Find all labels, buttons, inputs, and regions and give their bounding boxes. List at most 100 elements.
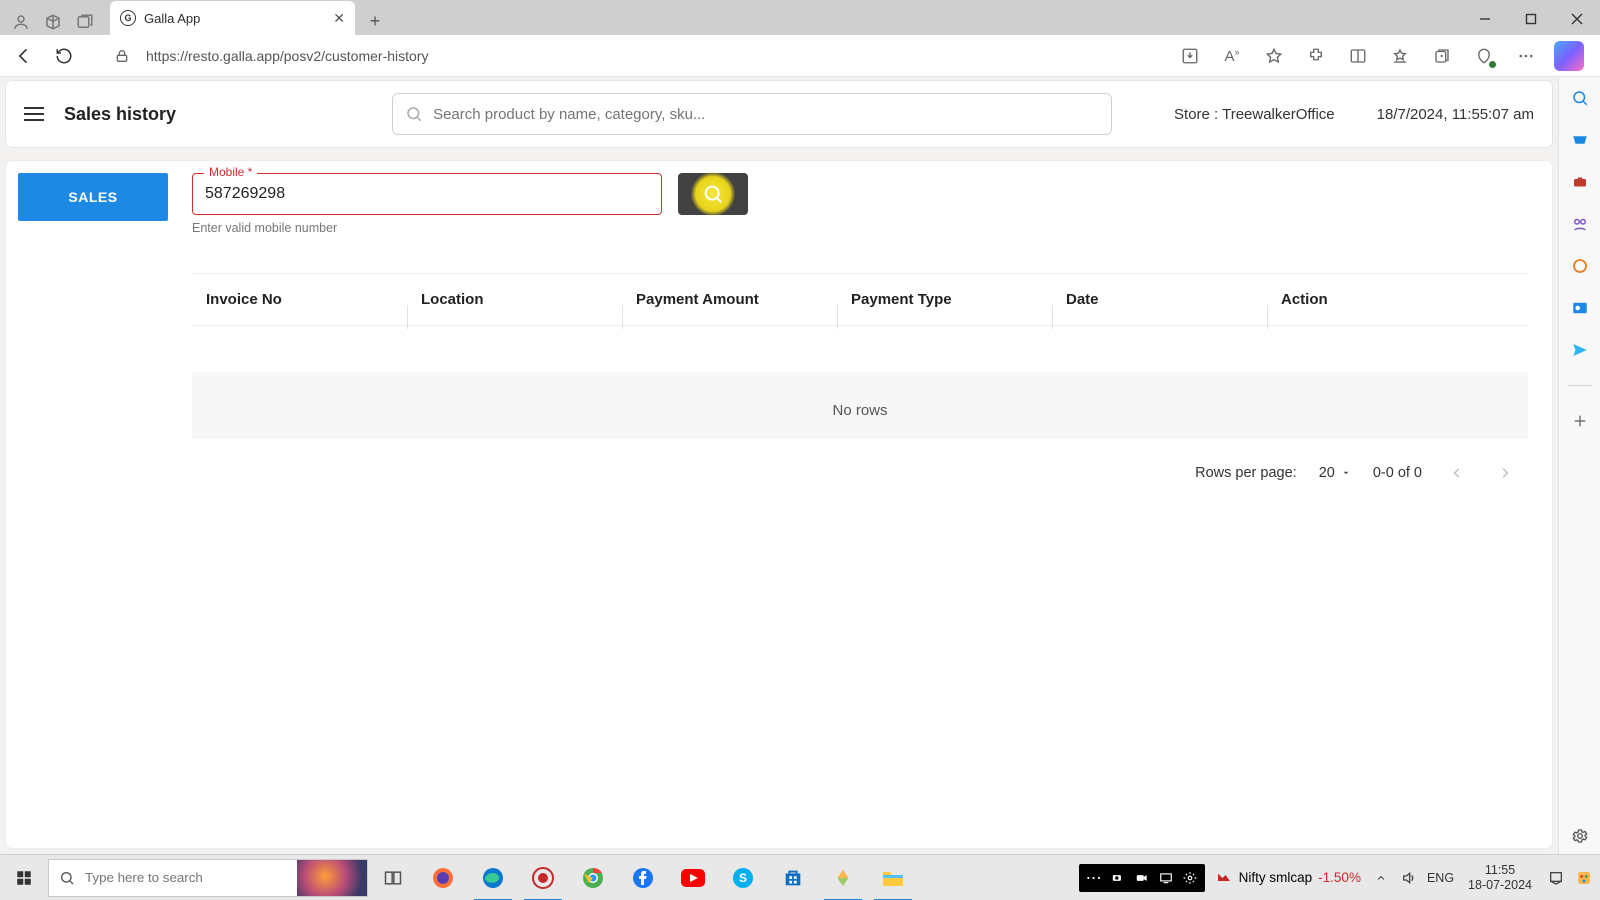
col-invoice-no[interactable]: Invoice No [192, 291, 407, 308]
sidebar-m365-icon[interactable] [1569, 255, 1591, 277]
back-button[interactable] [10, 42, 38, 70]
task-view-icon[interactable] [368, 855, 418, 900]
stock-change: -1.50% [1318, 870, 1361, 885]
ms-store-icon[interactable] [768, 855, 818, 900]
app-generic-icon[interactable] [818, 855, 868, 900]
search-highlight-icon [297, 860, 367, 896]
sidebar-games-icon[interactable] [1569, 213, 1591, 235]
tray-app-icon[interactable] [1574, 868, 1594, 888]
datetime-label: 18/7/2024, 11:55:07 am [1377, 106, 1534, 123]
youtube-icon[interactable] [668, 855, 718, 900]
window-close-button[interactable] [1554, 3, 1600, 35]
tab-sales[interactable]: SALES [18, 173, 168, 221]
sidebar-search-icon[interactable] [1569, 87, 1591, 109]
search-icon [59, 870, 75, 886]
extensions-icon[interactable] [1302, 42, 1330, 70]
chrome-icon[interactable] [568, 855, 618, 900]
search-icon [702, 183, 724, 205]
product-search-input[interactable] [433, 106, 1099, 123]
new-tab-button[interactable]: + [361, 7, 389, 35]
recording-toolbar[interactable]: ⋯ [1079, 864, 1205, 892]
tray-time: 11:55 [1468, 863, 1532, 877]
tab-favicon-icon: G [120, 10, 136, 26]
mobile-input[interactable] [192, 173, 662, 215]
rec-screen-icon[interactable] [1157, 869, 1175, 887]
grid-pagination: Rows per page: 20 0-0 of 0 [192, 438, 1528, 490]
rows-per-page-value: 20 [1319, 465, 1335, 481]
app-header: Sales history Store : TreewalkerOffice 1… [6, 81, 1552, 147]
tab-title: Galla App [144, 11, 325, 26]
browser-essentials-icon[interactable] [1470, 42, 1498, 70]
mobile-helper-text: Enter valid mobile number [192, 221, 662, 235]
stock-down-icon [1215, 869, 1233, 887]
rows-per-page-select[interactable]: 20 [1319, 465, 1351, 481]
browser-titlebar: G Galla App ✕ + [0, 0, 1600, 35]
grid-empty-text: No rows [192, 372, 1528, 438]
workspaces-icon[interactable] [44, 13, 62, 31]
favorite-star-icon[interactable] [1260, 42, 1288, 70]
tray-clock[interactable]: 11:55 18-07-2024 [1462, 863, 1538, 892]
edge-settings-icon[interactable] [1568, 824, 1592, 848]
tray-volume-icon[interactable] [1399, 868, 1419, 888]
col-date[interactable]: Date [1052, 291, 1267, 308]
tray-chevron-icon[interactable] [1371, 868, 1391, 888]
sidebar-shopping-icon[interactable] [1569, 129, 1591, 151]
tray-notifications-icon[interactable] [1546, 868, 1566, 888]
taskbar-stock-widget[interactable]: Nifty smlcap -1.50% [1215, 869, 1361, 887]
col-payment-amount[interactable]: Payment Amount [622, 291, 837, 308]
pagination-next-button[interactable] [1492, 462, 1518, 484]
search-icon [405, 105, 423, 123]
browser-toolbar: https://resto.galla.app/posv2/customer-h… [0, 35, 1600, 77]
sidebar-send-icon[interactable] [1569, 339, 1591, 361]
favorites-list-icon[interactable] [1386, 42, 1414, 70]
address-bar[interactable]: https://resto.galla.app/posv2/customer-h… [146, 48, 428, 64]
menu-hamburger-button[interactable] [24, 102, 48, 126]
col-location[interactable]: Location [407, 291, 622, 308]
rows-per-page-label: Rows per page: [1195, 465, 1297, 481]
taskbar-search[interactable] [48, 859, 368, 897]
profile-icon[interactable] [12, 13, 30, 31]
more-menu-icon[interactable] [1512, 42, 1540, 70]
site-info-lock-icon[interactable] [108, 42, 136, 70]
stock-name: Nifty smlcap [1239, 870, 1313, 885]
tab-overview-icon[interactable] [76, 13, 94, 31]
edge-sidebar [1558, 77, 1600, 854]
refresh-button[interactable] [50, 42, 78, 70]
window-maximize-button[interactable] [1508, 3, 1554, 35]
rec-video-icon[interactable] [1133, 869, 1151, 887]
tab-close-icon[interactable]: ✕ [333, 10, 345, 27]
read-aloud-icon[interactable]: A» [1218, 42, 1246, 70]
split-screen-icon[interactable] [1344, 42, 1372, 70]
firefox-icon[interactable] [418, 855, 468, 900]
rec-settings-icon[interactable] [1181, 869, 1199, 887]
pagination-prev-button[interactable] [1444, 462, 1470, 484]
mobile-field: Mobile * Enter valid mobile number [192, 173, 662, 235]
facebook-icon[interactable] [618, 855, 668, 900]
product-search-field[interactable] [392, 93, 1112, 135]
svg-text:S: S [739, 871, 747, 885]
skype-icon[interactable]: S [718, 855, 768, 900]
start-button[interactable] [0, 855, 48, 900]
sidebar-add-icon[interactable] [1569, 410, 1591, 432]
collections-icon[interactable] [1428, 42, 1456, 70]
mobile-field-legend: Mobile * [204, 165, 257, 179]
rec-camera-icon[interactable] [1109, 869, 1127, 887]
copilot-icon[interactable] [1554, 41, 1584, 71]
store-label: Store : TreewalkerOffice [1174, 106, 1335, 123]
tray-language[interactable]: ENG [1427, 871, 1454, 885]
sidebar-outlook-icon[interactable] [1569, 297, 1591, 319]
tray-date: 18-07-2024 [1468, 878, 1532, 892]
sales-grid: Invoice No Location Payment Amount Payme… [192, 273, 1528, 438]
col-payment-type[interactable]: Payment Type [837, 291, 1052, 308]
window-minimize-button[interactable] [1462, 3, 1508, 35]
chevron-down-icon [1341, 468, 1351, 478]
sidebar-tools-icon[interactable] [1569, 171, 1591, 193]
record-icon[interactable] [518, 855, 568, 900]
edge-icon[interactable] [468, 855, 518, 900]
rec-menu-icon[interactable]: ⋯ [1085, 869, 1103, 887]
col-action[interactable]: Action [1267, 291, 1528, 308]
browser-tab[interactable]: G Galla App ✕ [110, 1, 355, 35]
app-install-icon[interactable] [1176, 42, 1204, 70]
mobile-search-button[interactable] [678, 173, 748, 215]
file-explorer-icon[interactable] [868, 855, 918, 900]
